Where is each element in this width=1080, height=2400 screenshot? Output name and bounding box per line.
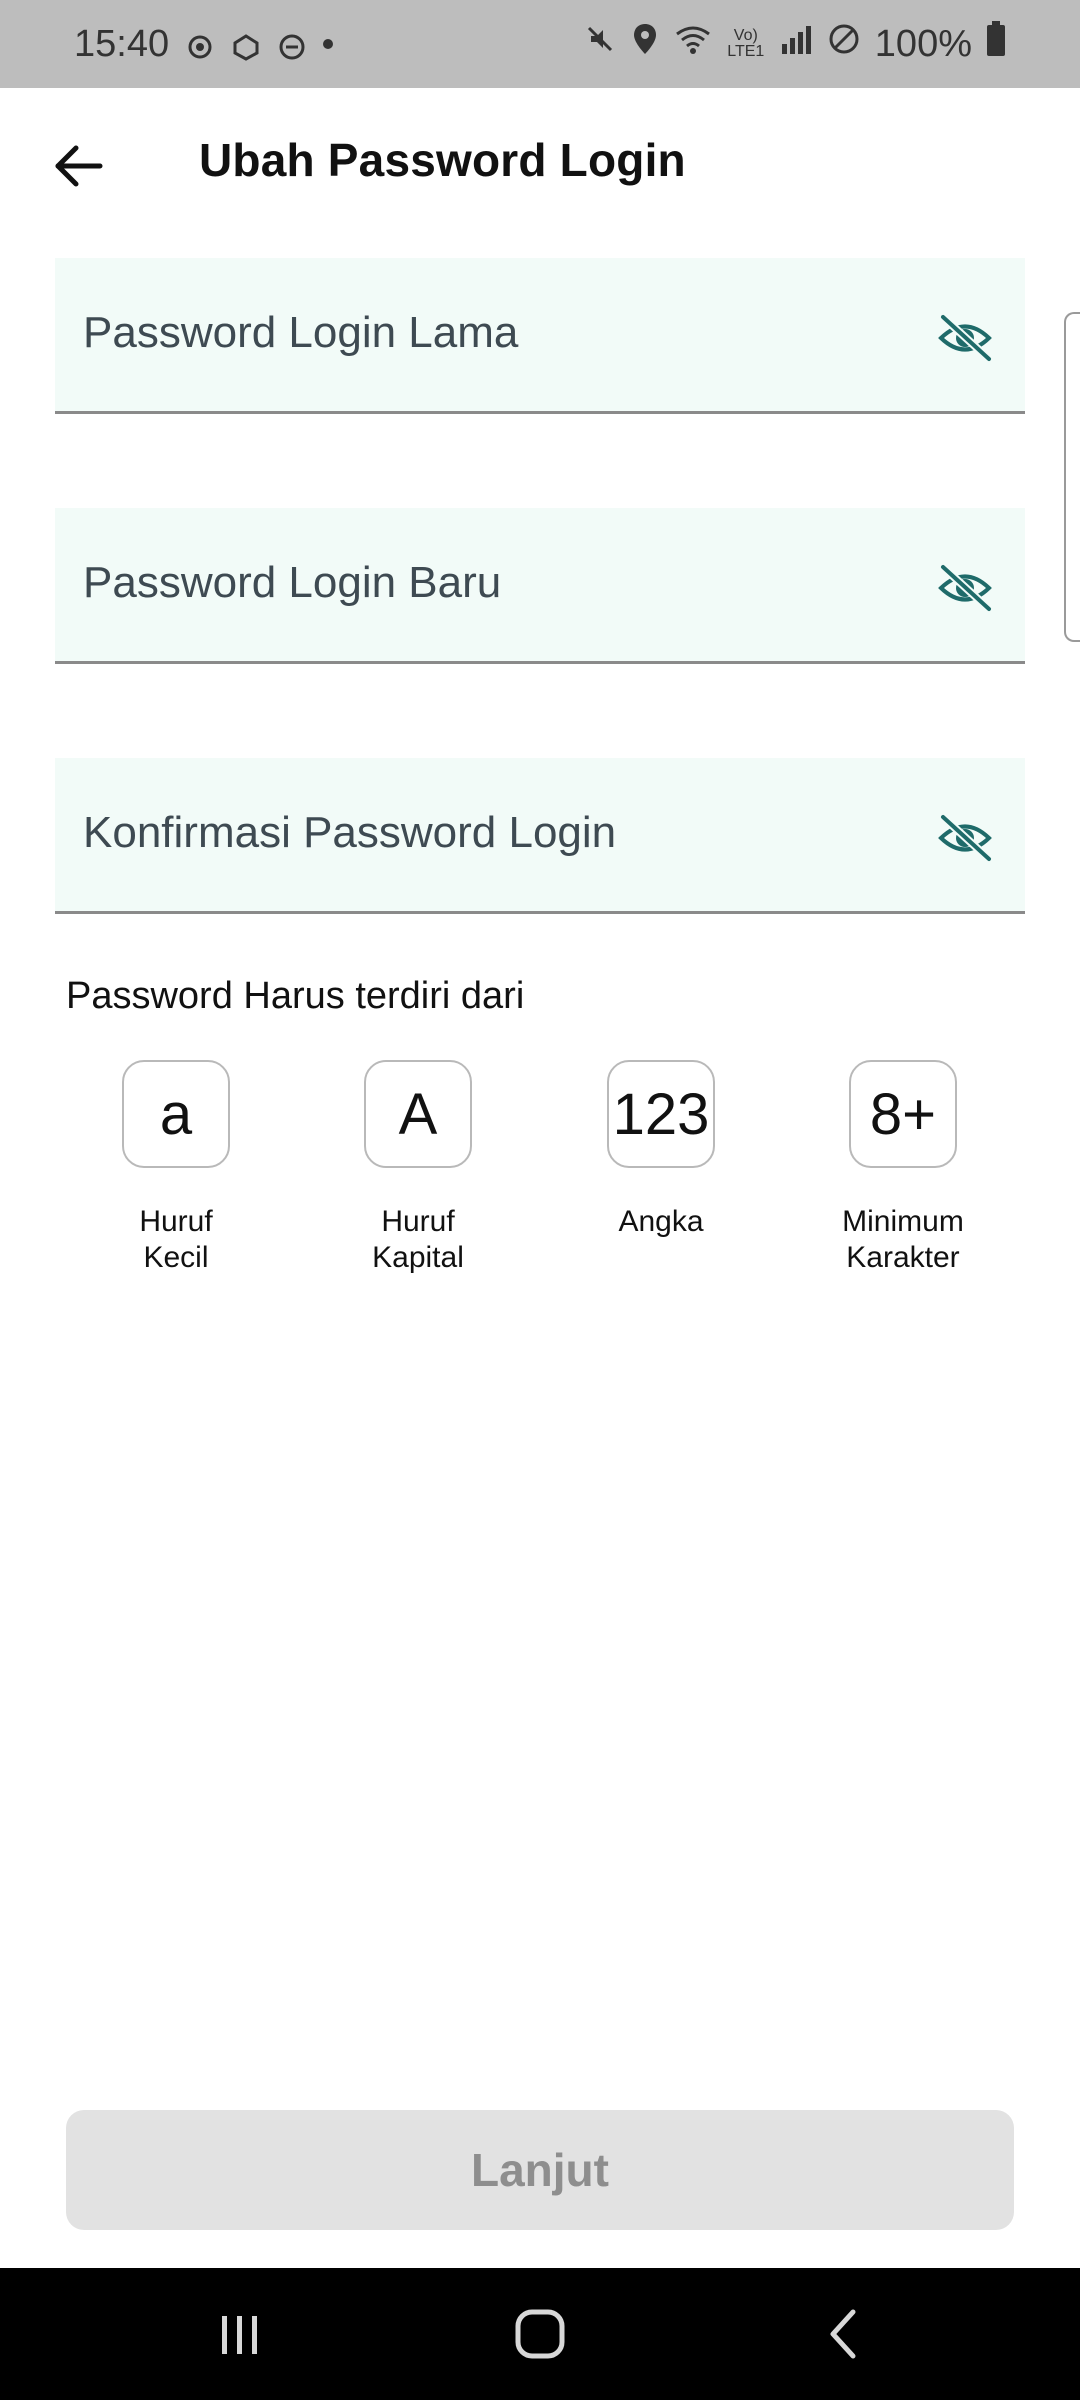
confirm-password-placeholder: Konfirmasi Password Login [83, 808, 617, 857]
home-icon[interactable] [500, 2304, 580, 2364]
status-left: 15:40 [74, 22, 334, 66]
settings-gear-icon [185, 29, 215, 59]
continue-button[interactable]: Lanjut [66, 2110, 1014, 2230]
requirement-label: Minimum Karakter [842, 1205, 964, 1274]
settings-alt-icon [231, 29, 261, 61]
new-password-field[interactable]: Password Login Baru [55, 508, 1025, 664]
confirm-password-field[interactable]: Konfirmasi Password Login [55, 758, 1025, 914]
requirement-min-length: 8+ Minimum Karakter [803, 1060, 1003, 1276]
notification-dot-icon [323, 39, 334, 49]
requirement-lowercase: a Huruf Kecil [76, 1060, 276, 1276]
requirement-symbol: 8+ [849, 1060, 957, 1168]
status-bar: 15:40 Vo) LTE1 100% [0, 0, 1080, 88]
mute-icon [583, 22, 617, 66]
old-password-field[interactable]: Password Login Lama [55, 258, 1025, 414]
status-time: 15:40 [74, 22, 170, 65]
eye-off-icon[interactable] [935, 813, 995, 863]
requirement-symbol: a [122, 1060, 230, 1168]
requirement-label: Huruf Kapital [372, 1205, 464, 1274]
battery-icon [986, 21, 1006, 67]
app-bar: Ubah Password Login [0, 88, 1080, 244]
eye-off-icon[interactable] [935, 563, 995, 613]
wifi-icon [673, 22, 713, 66]
requirement-symbol: A [364, 1060, 472, 1168]
recent-apps-icon[interactable] [200, 2304, 280, 2364]
requirement-label: Huruf Kecil [139, 1205, 213, 1274]
status-right: Vo) LTE1 100% [583, 21, 1006, 67]
signal-icon [779, 22, 813, 66]
system-nav-bar [0, 2268, 1080, 2400]
requirement-uppercase: A Huruf Kapital [318, 1060, 518, 1276]
requirement-symbol: 123 [607, 1060, 715, 1168]
requirement-label: Angka [618, 1205, 704, 1238]
eye-off-icon[interactable] [935, 313, 995, 363]
volte-icon: Vo) LTE1 [727, 27, 765, 60]
back-nav-icon[interactable] [805, 2304, 885, 2364]
new-password-placeholder: Password Login Baru [83, 558, 502, 607]
location-icon [631, 22, 659, 66]
requirements-title: Password Harus terdiri dari [66, 975, 525, 1017]
edge-panel-handle[interactable] [1064, 312, 1080, 642]
blocked-icon [827, 22, 861, 66]
requirement-number: 123 Angka [561, 1060, 761, 1240]
back-arrow-icon[interactable] [50, 136, 110, 196]
page-title: Ubah Password Login [199, 134, 686, 186]
do-not-disturb-icon [277, 29, 307, 60]
old-password-placeholder: Password Login Lama [83, 308, 519, 357]
battery-percentage: 100% [874, 22, 972, 65]
